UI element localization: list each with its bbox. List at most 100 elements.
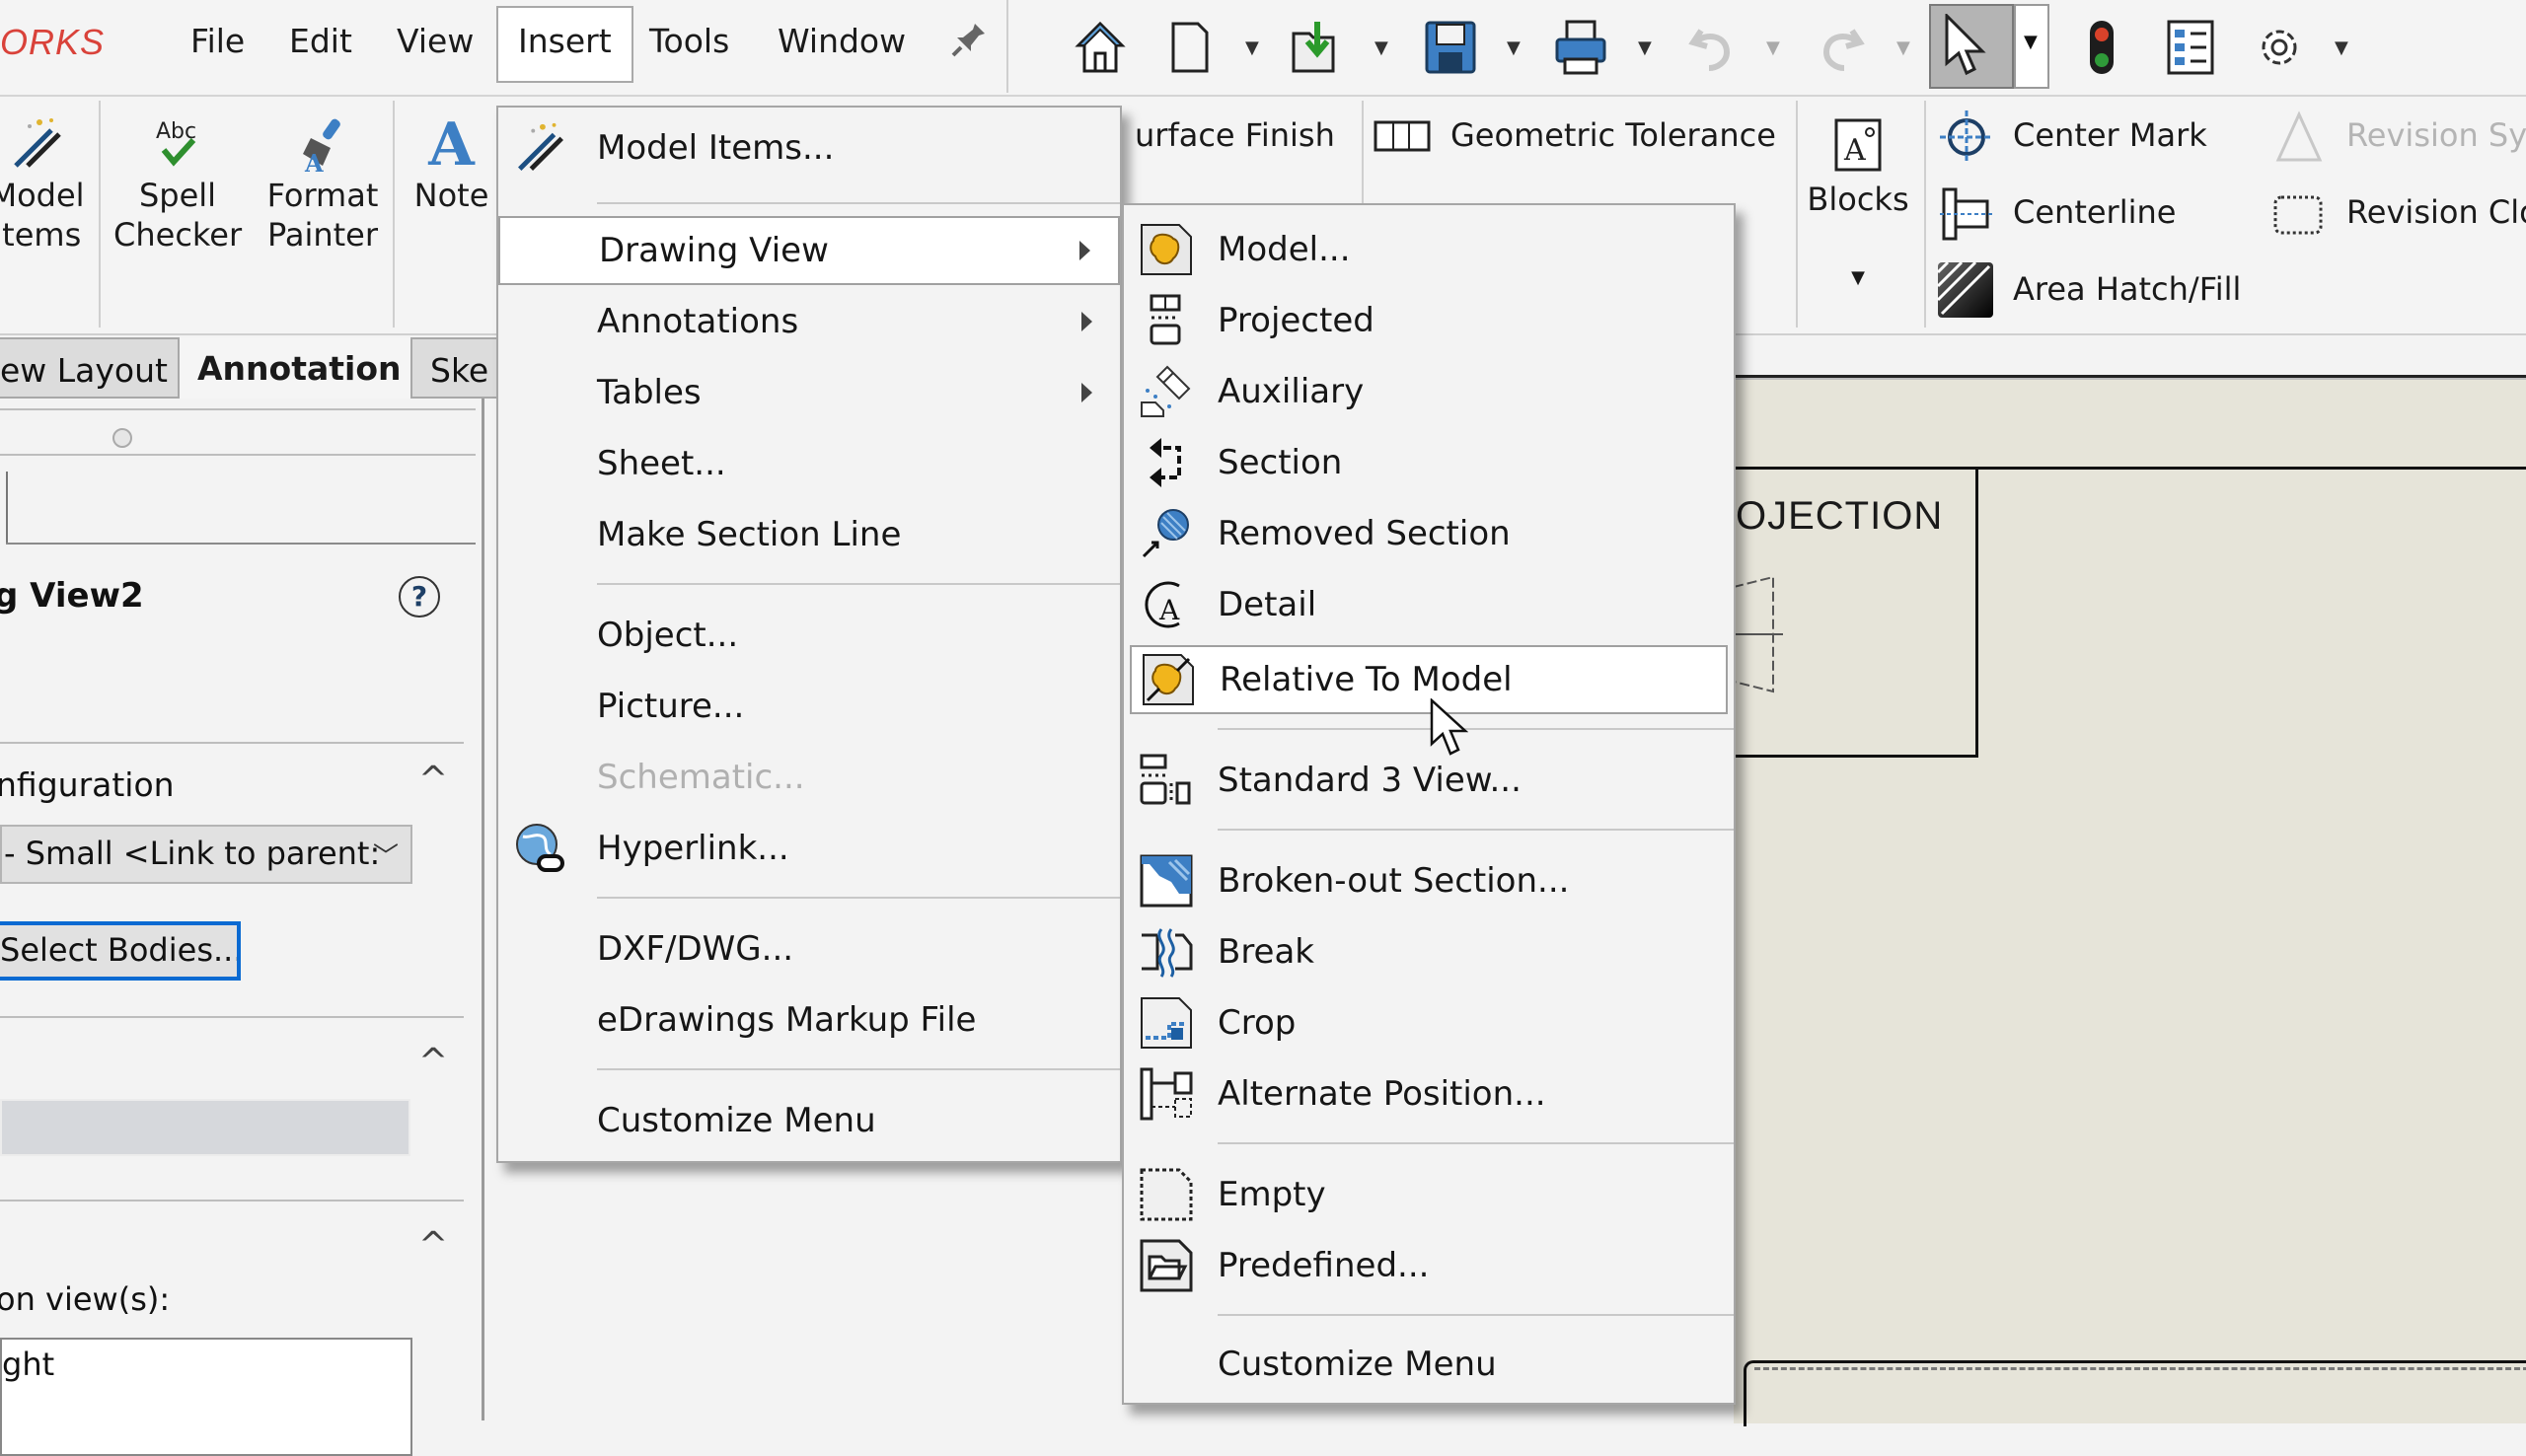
open-dropdown-icon[interactable]: ▼ (1374, 37, 1388, 58)
save-dropdown-icon[interactable]: ▼ (1507, 37, 1521, 58)
select-bodies-button[interactable]: Select Bodies... (0, 921, 241, 981)
blocks-dropdown-icon[interactable]: ▼ (1804, 258, 1912, 298)
menu-item-make-section-line[interactable]: Make Section Line (498, 500, 1120, 569)
submenu-item-removed-section[interactable]: Removed Section (1124, 499, 1734, 568)
divider (0, 1200, 464, 1201)
menu-view[interactable]: View (397, 22, 474, 60)
file-properties-icon[interactable] (2161, 18, 2220, 77)
submenu-item-broken-out-section[interactable]: Broken-out Section... (1124, 846, 1734, 915)
divider (0, 1016, 464, 1018)
drawing-sheet-canvas[interactable]: OJECTION (1733, 375, 2526, 1426)
open-icon[interactable] (1288, 18, 1347, 77)
home-icon[interactable] (1071, 18, 1130, 77)
menu-bar: ORKS File Edit View Insert Tools Window … (0, 0, 2526, 97)
menu-item-customize-menu[interactable]: Customize Menu (498, 1086, 1120, 1155)
menu-insert[interactable]: Insert (496, 6, 633, 83)
drawing-view-submenu: Model... Projected Auxiliary Section Rem… (1122, 203, 1736, 1405)
rebuild-traffic-light-icon[interactable] (2072, 18, 2131, 77)
ribbon-separator (99, 101, 101, 328)
svg-text:A: A (304, 149, 324, 174)
revision-symbol-button[interactable]: Revision Syr (2346, 116, 2526, 154)
model-items-button[interactable]: Model Items (0, 114, 94, 255)
redo-dropdown-icon[interactable]: ▼ (1896, 37, 1910, 58)
menu-separator (597, 897, 1120, 899)
panel-resize-handle[interactable] (112, 428, 132, 448)
menu-item-picture[interactable]: Picture... (498, 672, 1120, 741)
submenu-item-empty[interactable]: Empty (1124, 1160, 1734, 1229)
break-view-icon (1138, 923, 1195, 981)
submenu-item-detail[interactable]: A Detail (1124, 570, 1734, 639)
divider (0, 454, 476, 456)
print-icon[interactable] (1551, 18, 1610, 77)
select-pointer-button[interactable] (1929, 4, 2014, 89)
redo-icon[interactable] (1812, 18, 1871, 77)
undo-icon[interactable] (1682, 18, 1742, 77)
submenu-item-projected[interactable]: Projected (1124, 286, 1734, 355)
drawing-view-frame[interactable] (1744, 1360, 2526, 1426)
spell-checker-button[interactable]: Abc Spell Checker (113, 114, 242, 255)
submenu-item-predefined[interactable]: Predefined... (1124, 1231, 1734, 1300)
select-dropdown[interactable]: ▼ (2014, 4, 2049, 89)
area-hatch-fill-button[interactable]: Area Hatch/Fill (2013, 270, 2241, 308)
save-icon[interactable] (1421, 18, 1480, 77)
menu-item-hyperlink[interactable]: Hyperlink... (498, 814, 1120, 883)
new-dropdown-icon[interactable]: ▼ (1245, 37, 1259, 58)
submenu-item-alternate-position[interactable]: Alternate Position... (1124, 1059, 1734, 1128)
menu-item-sheet[interactable]: Sheet... (498, 429, 1120, 498)
format-painter-button[interactable]: A Format Painter (259, 114, 387, 255)
options-dropdown-icon[interactable]: ▼ (2335, 37, 2348, 58)
centerline-button[interactable]: Centerline (2013, 193, 2176, 231)
menu-edit[interactable]: Edit (289, 22, 352, 60)
geometric-tolerance-button[interactable]: Geometric Tolerance (1450, 116, 1776, 154)
center-mark-button[interactable]: Center Mark (2013, 116, 2207, 154)
collapse-chevron-icon[interactable]: ^ (418, 760, 448, 800)
options-gear-icon[interactable] (2250, 18, 2309, 77)
menu-item-annotations[interactable]: Annotations (498, 287, 1120, 356)
collapse-chevron-icon[interactable]: ^ (418, 1225, 448, 1266)
reference-configuration-heading: nfiguration (0, 765, 175, 804)
svg-text:A: A (1843, 133, 1866, 168)
print-dropdown-icon[interactable]: ▼ (1638, 37, 1652, 58)
alternate-position-icon (1138, 1065, 1195, 1123)
note-button[interactable]: A Note (405, 114, 498, 215)
submenu-item-auxiliary[interactable]: Auxiliary (1124, 357, 1734, 426)
auxiliary-view-icon (1138, 363, 1195, 420)
collapse-chevron-icon[interactable]: ^ (418, 1042, 448, 1082)
undo-dropdown-icon[interactable]: ▼ (1766, 37, 1780, 58)
tab-annotation[interactable]: Annotation (180, 337, 410, 399)
revision-cloud-button[interactable]: Revision Clo (2346, 193, 2526, 231)
menu-item-edrawings-markup[interactable]: eDrawings Markup File (498, 985, 1120, 1055)
menu-item-drawing-view[interactable]: Drawing View (498, 216, 1120, 285)
tab-view-layout[interactable]: ew Layout (0, 337, 180, 399)
menu-separator (597, 1068, 1120, 1070)
submenu-item-crop[interactable]: Crop (1124, 988, 1734, 1057)
property-manager-panel: g View2 ? nfiguration ^ - Small <Link to… (0, 399, 484, 1456)
orientation-label: on view(s): (0, 1280, 171, 1318)
predefined-view-icon (1138, 1237, 1195, 1294)
submenu-item-break[interactable]: Break (1124, 917, 1734, 986)
surface-finish-button[interactable]: urface Finish (1135, 116, 1335, 154)
new-document-icon[interactable] (1160, 18, 1220, 77)
divider (6, 543, 476, 545)
insert-menu: Model Items... Drawing View Annotations … (496, 106, 1122, 1163)
submenu-item-section[interactable]: Section (1124, 428, 1734, 497)
pin-icon[interactable] (949, 20, 989, 68)
menu-item-object[interactable]: Object... (498, 601, 1120, 670)
menu-item-model-items[interactable]: Model Items... (498, 113, 1120, 182)
menu-window[interactable]: Window (778, 22, 906, 60)
sheet-edge (1734, 378, 2526, 380)
menu-item-dxf-dwg[interactable]: DXF/DWG... (498, 914, 1120, 983)
tab-sketch[interactable]: Ske (410, 337, 509, 399)
menu-file[interactable]: File (190, 22, 245, 60)
help-icon[interactable]: ? (399, 576, 440, 618)
menu-item-tables[interactable]: Tables (498, 358, 1120, 427)
submenu-item-customize-menu[interactable]: Customize Menu (1124, 1330, 1734, 1399)
menu-tools[interactable]: Tools (649, 22, 729, 60)
projection-label: OJECTION (1736, 494, 1944, 538)
submenu-item-model[interactable]: Model... (1124, 215, 1734, 284)
blocks-button[interactable]: A Blocks ▼ (1804, 118, 1912, 298)
configuration-select[interactable]: - Small <Link to parent: ﹀ (0, 825, 412, 884)
orientation-list-item[interactable]: ght (2, 1346, 410, 1383)
disabled-field (0, 1099, 410, 1156)
orientation-list[interactable]: ght (0, 1338, 412, 1456)
